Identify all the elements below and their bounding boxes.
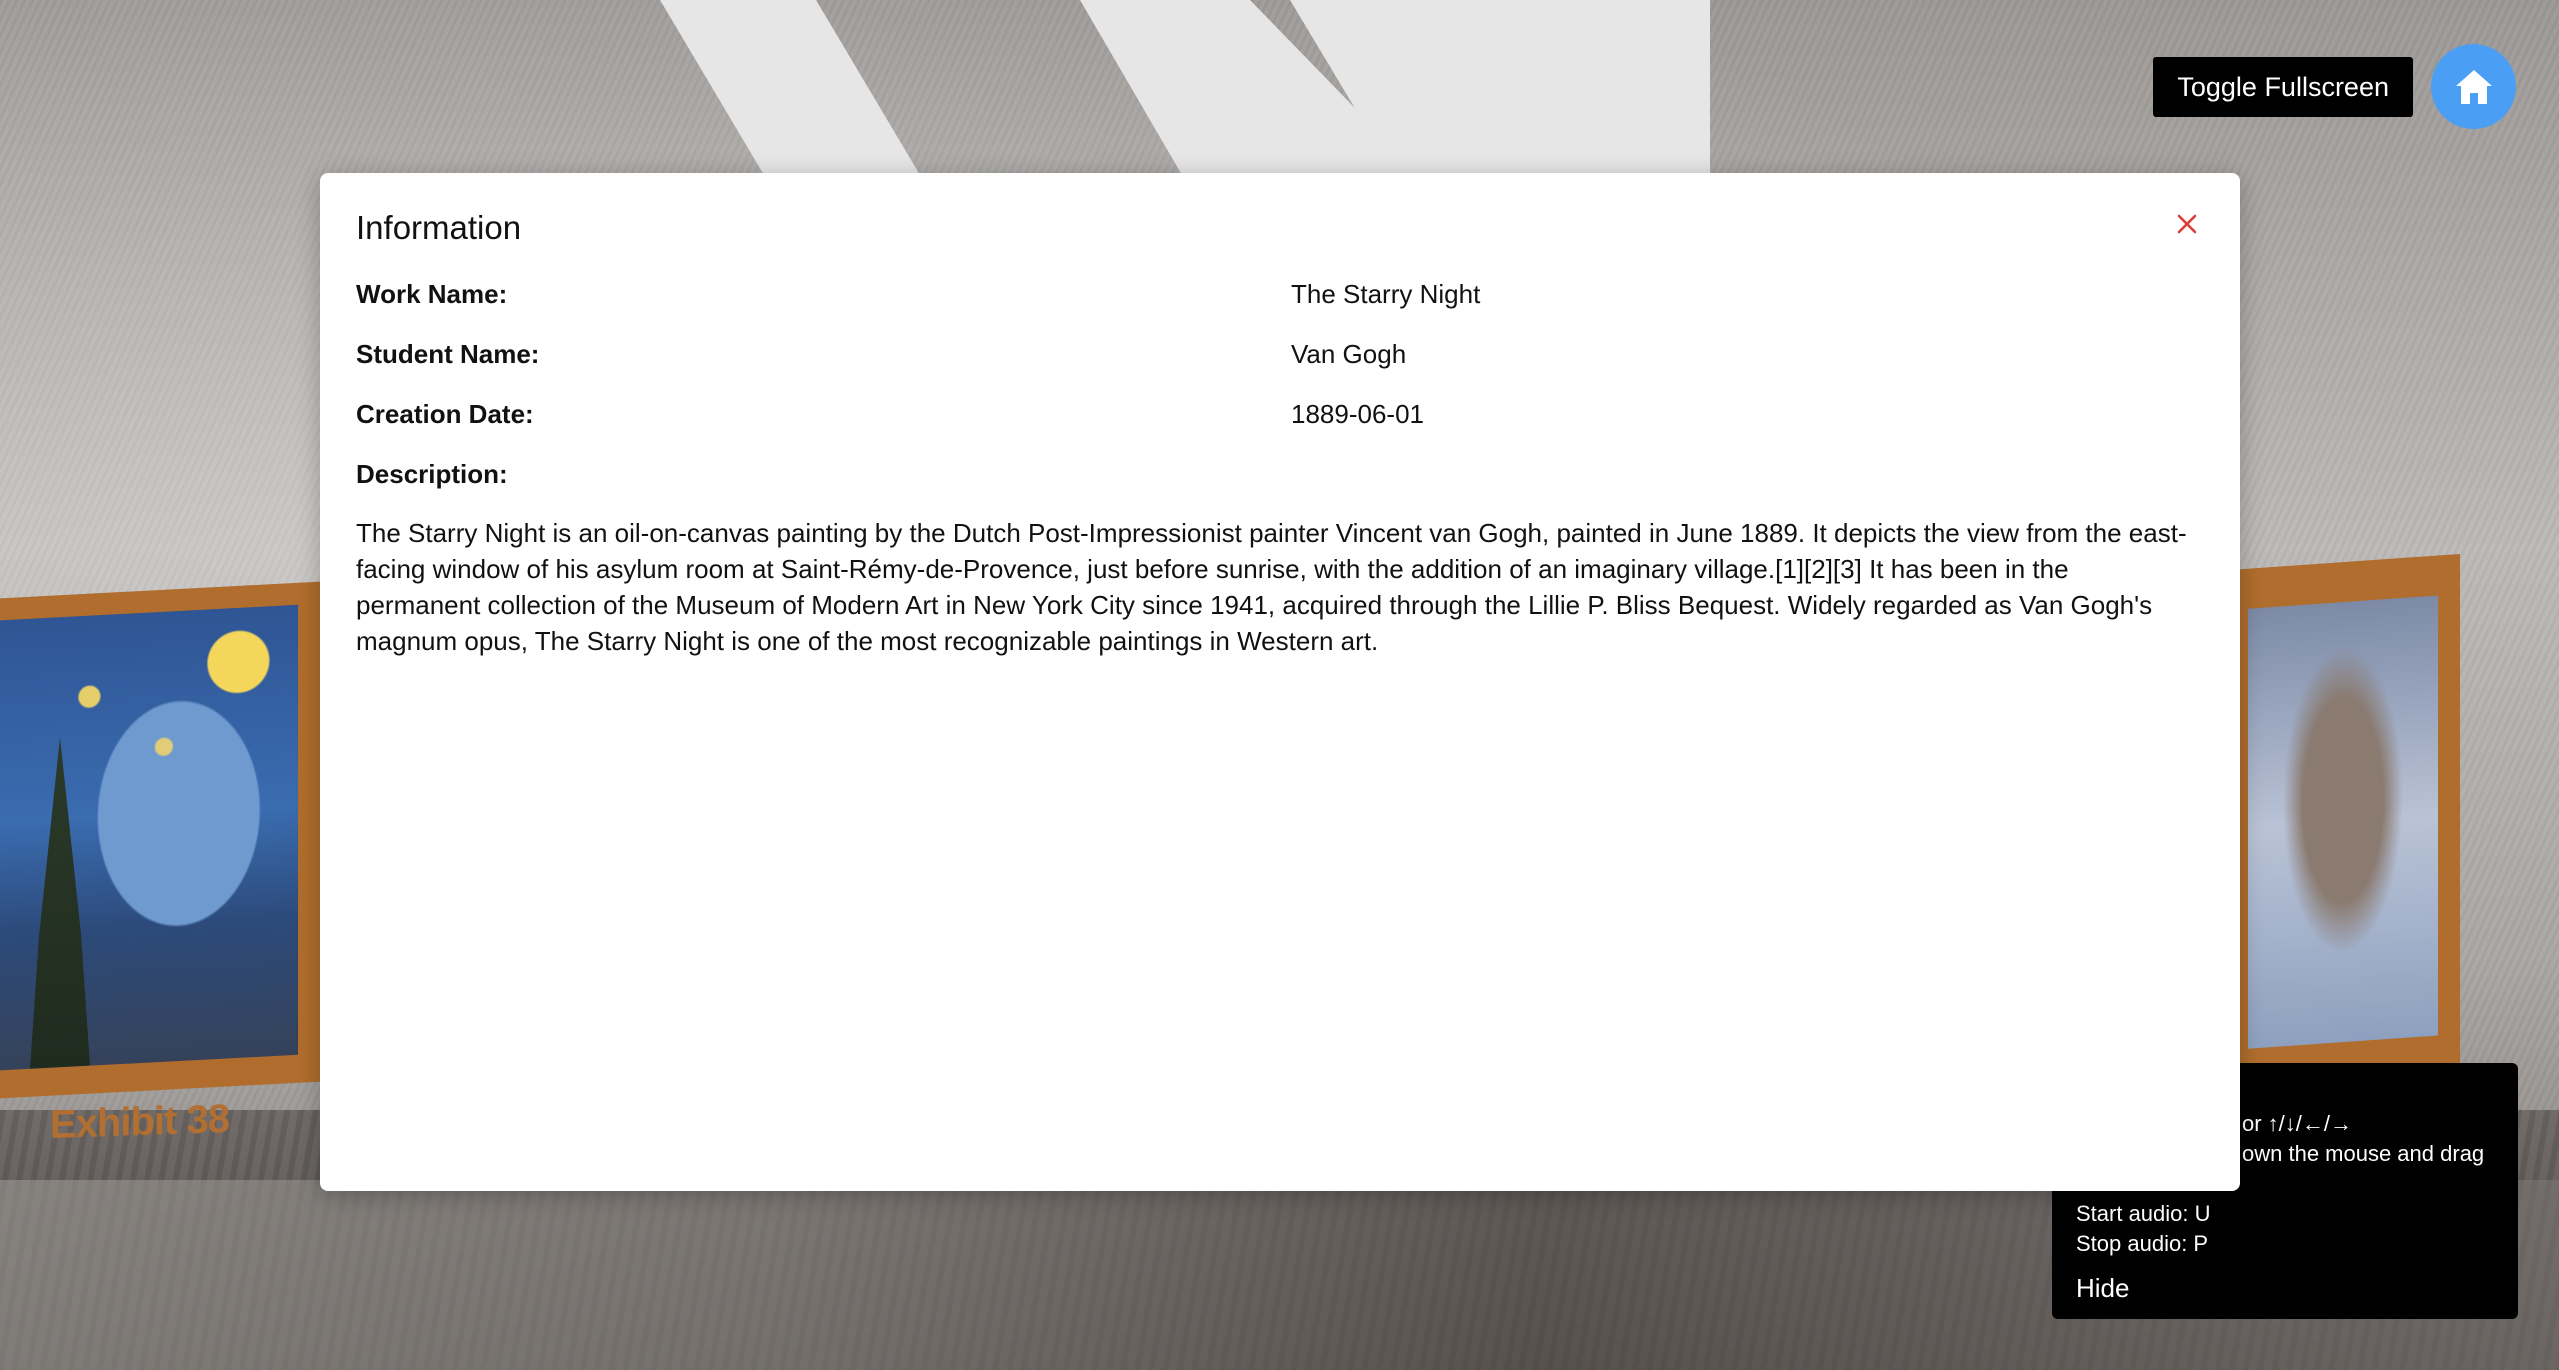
field-description: Description: (356, 459, 508, 490)
top-controls: Toggle Fullscreen (2153, 44, 2516, 129)
description-text: The Starry Night is an oil-on-canvas pai… (356, 518, 2187, 656)
field-label: Student Name: (356, 339, 540, 369)
painting-cypress (30, 736, 90, 1069)
home-button[interactable] (2431, 44, 2516, 129)
field-student-name: Student Name: Van Gogh (356, 339, 1406, 370)
home-icon (2455, 69, 2492, 104)
modal-title: Information (356, 209, 522, 246)
field-label: Creation Date: (356, 399, 534, 429)
hide-help-button[interactable]: Hide (2076, 1273, 2129, 1304)
close-icon (2177, 214, 2197, 234)
help-line-stop-audio: Stop audio: P (2076, 1231, 2209, 1256)
close-button[interactable] (2174, 211, 2200, 237)
exhibit-label: Exhibit 38 (50, 1096, 229, 1148)
field-label: Description: (356, 459, 508, 489)
painting-canvas (0, 604, 298, 1071)
field-value: 1889-06-01 (1291, 399, 1424, 429)
painting-starry-night[interactable] (0, 581, 320, 1099)
painting-right[interactable] (2230, 553, 2460, 1081)
help-line-arrows: or ↑/↓/←/→ (2242, 1111, 2353, 1136)
toggle-fullscreen-button[interactable]: Toggle Fullscreen (2153, 56, 2413, 117)
info-modal: Information Work Name: The Starry Night … (320, 173, 2240, 1191)
field-label: Work Name: (356, 279, 508, 309)
help-line-mouse: own the mouse and drag (2242, 1141, 2485, 1166)
help-line-start-audio: Start audio: U (2076, 1201, 2211, 1226)
painting-canvas (2248, 595, 2438, 1049)
field-value: Van Gogh (1291, 339, 1407, 369)
field-value: The Starry Night (1291, 279, 1481, 309)
field-creation-date: Creation Date: 1889-06-01 (356, 399, 1424, 430)
field-work-name: Work Name: The Starry Night (356, 279, 1480, 310)
